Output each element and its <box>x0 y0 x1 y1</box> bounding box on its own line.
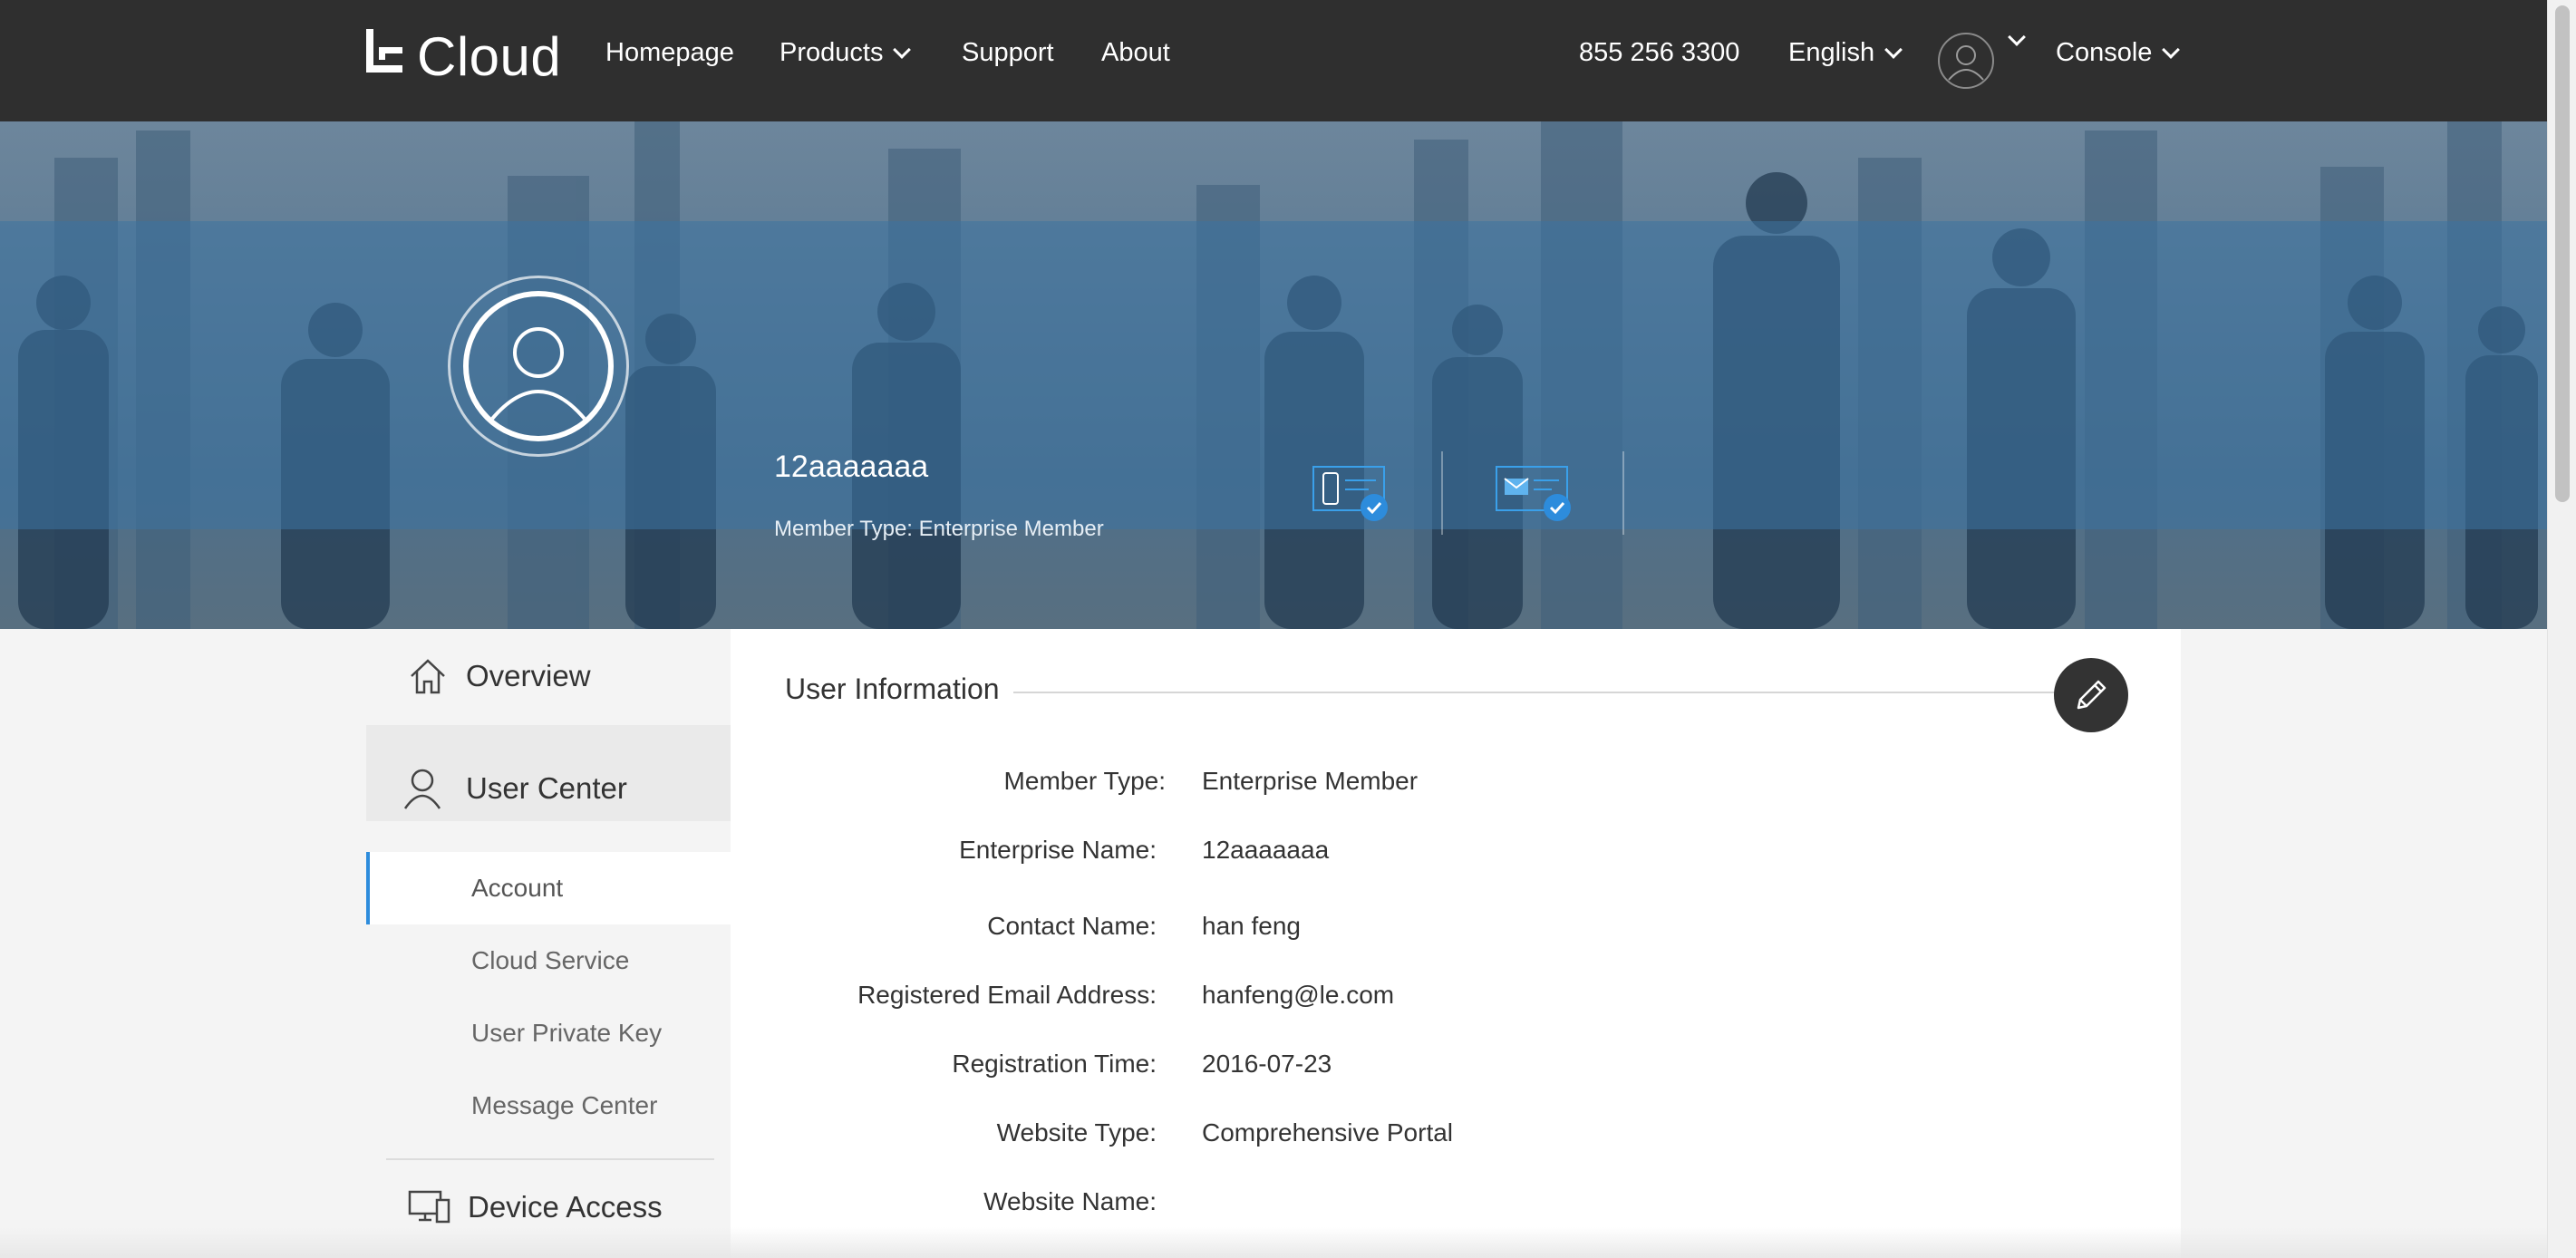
info-row-website-name: Website Name: <box>731 1187 2181 1224</box>
user-avatar-button[interactable] <box>1938 33 1994 89</box>
info-row-enterprise-name: Enterprise Name: 12aaaaaaa <box>731 836 2181 872</box>
sidebar-item-account[interactable]: Account <box>366 852 731 924</box>
info-label: Website Name: <box>983 1187 1157 1215</box>
divider <box>386 1158 714 1160</box>
profile-avatar-inner <box>463 291 614 441</box>
chevron-down-icon <box>2008 28 2026 46</box>
page-body: Overview User Center Account Cloud Servi… <box>0 629 2547 1258</box>
nav-products[interactable]: Products <box>780 38 912 68</box>
nav-about[interactable]: About <box>1101 38 1170 68</box>
console-menu[interactable]: Console <box>2056 38 2181 68</box>
sidebar: Overview User Center Account Cloud Servi… <box>366 629 731 1258</box>
language-label: English <box>1788 38 1875 67</box>
info-value: han feng <box>1202 912 1301 940</box>
info-value: 12aaaaaaa <box>1202 836 1330 864</box>
info-label: Enterprise Name: <box>959 836 1157 864</box>
banner-highlight-band <box>0 221 2547 529</box>
phone-number: 855 256 3300 <box>1579 38 1740 67</box>
phone-verified-icon[interactable] <box>1312 466 1389 522</box>
chevron-down-icon <box>1884 40 1903 59</box>
info-value: 2016-07-23 <box>1202 1050 1332 1078</box>
profile-username: 12aaaaaaa <box>774 450 929 484</box>
edit-button[interactable] <box>2054 658 2128 732</box>
info-row-member-type: Member Type: Enterprise Member <box>731 767 2181 803</box>
info-label: Registered Email Address: <box>857 981 1157 1009</box>
info-label: Website Type: <box>996 1118 1157 1147</box>
email-verified-icon[interactable] <box>1496 466 1572 522</box>
page-scrollbar[interactable] <box>2547 0 2576 1258</box>
sidebar-item-message-center[interactable]: Message Center <box>366 1069 731 1142</box>
info-label: Registration Time: <box>952 1050 1157 1078</box>
sidebar-item-cloud-service[interactable]: Cloud Service <box>366 924 731 997</box>
info-label: Contact Name: <box>987 912 1157 940</box>
info-value: hanfeng@le.com <box>1202 981 1395 1009</box>
bottom-fade <box>0 1227 2547 1258</box>
profile-banner: 12aaaaaaa Member Type: Enterprise Member <box>0 121 2547 629</box>
divider <box>1013 692 2056 693</box>
user-icon <box>487 327 590 425</box>
language-selector[interactable]: English <box>1788 38 1903 68</box>
home-icon <box>411 659 445 694</box>
profile-avatar <box>448 276 629 457</box>
user-menu-toggle[interactable] <box>2008 28 2026 46</box>
chevron-down-icon <box>2162 40 2181 59</box>
info-value: Comprehensive Portal <box>1202 1118 1454 1147</box>
profile-member-type: Member Type: Enterprise Member <box>774 517 1104 541</box>
sidebar-user-center-label: User Center <box>466 771 627 805</box>
nav-homepage[interactable]: Homepage <box>605 38 734 68</box>
user-avatar-icon <box>1948 45 1984 81</box>
user-icon <box>403 769 441 809</box>
nav-support[interactable]: Support <box>962 38 1054 68</box>
info-row-contact-name: Contact Name: han feng <box>731 912 2181 948</box>
nav-products-label: Products <box>780 38 884 67</box>
info-value: Enterprise Member <box>1202 767 1419 795</box>
logo-text: Cloud <box>417 25 562 87</box>
info-row-registration-time: Registration Time: 2016-07-23 <box>731 1050 2181 1086</box>
sidebar-device-access[interactable]: Device Access <box>408 1189 663 1225</box>
computer-icon <box>408 1190 450 1224</box>
console-label: Console <box>2056 38 2153 67</box>
chevron-down-icon <box>893 40 912 59</box>
sidebar-item-user-private-key[interactable]: User Private Key <box>366 997 731 1069</box>
logo[interactable]: Cloud <box>366 25 561 87</box>
scrollbar-thumb[interactable] <box>2555 5 2570 502</box>
sidebar-overview-label: Overview <box>466 659 591 692</box>
sidebar-device-access-label: Device Access <box>468 1190 663 1224</box>
info-row-website-type: Website Type: Comprehensive Portal <box>731 1118 2181 1155</box>
divider <box>1441 451 1443 535</box>
le-logo-icon <box>366 29 402 73</box>
divider <box>1622 451 1624 535</box>
sidebar-user-center[interactable]: User Center <box>402 767 627 810</box>
pencil-icon <box>2077 680 2106 710</box>
info-row-registered-email: Registered Email Address: hanfeng@le.com <box>731 981 2181 1017</box>
sidebar-overview[interactable]: Overview <box>408 656 591 696</box>
user-information-panel: User Information Member Type: Enterprise… <box>731 629 2181 1258</box>
info-label: Member Type: <box>1003 767 1166 795</box>
top-navigation-bar: Cloud Homepage Products Support About 85… <box>0 0 2547 121</box>
section-title: User Information <box>785 673 1000 705</box>
